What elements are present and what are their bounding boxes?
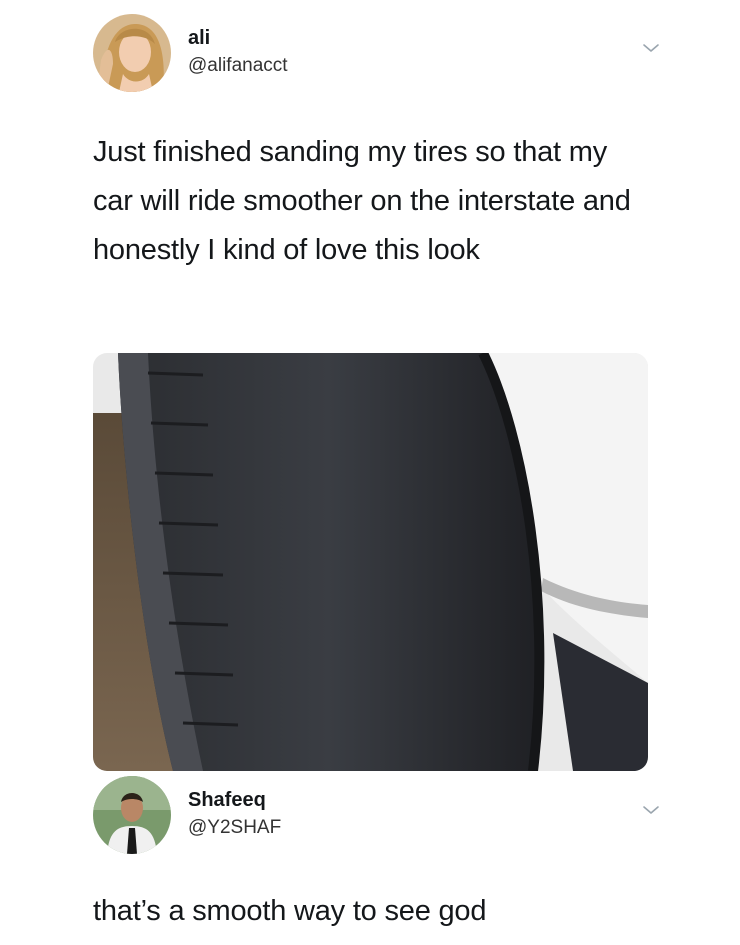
tweet-text: Just finished sanding my tires so that m…	[93, 136, 631, 266]
tweet-header: ali @alifanacct	[93, 14, 663, 94]
author-name[interactable]: ali	[188, 26, 288, 50]
chevron-down-icon[interactable]	[639, 798, 663, 822]
avatar-man-suit-icon	[93, 776, 171, 854]
reply-author-name[interactable]: Shafeeq	[188, 788, 281, 812]
reply-author-handle[interactable]: @Y2SHAF	[188, 815, 281, 841]
author-avatar[interactable]	[93, 14, 171, 92]
author-handle[interactable]: @alifanacct	[188, 53, 288, 79]
avatar-blonde-woman-icon	[93, 14, 171, 92]
reply-header: Shafeeq @Y2SHAF	[93, 776, 663, 856]
photo-worn-tire-icon	[93, 353, 648, 771]
chevron-down-icon[interactable]	[639, 36, 663, 60]
reply-text: that’s a smooth way to see god	[93, 895, 487, 927]
tweet-photo[interactable]	[93, 353, 648, 771]
reply-avatar[interactable]	[93, 776, 171, 854]
